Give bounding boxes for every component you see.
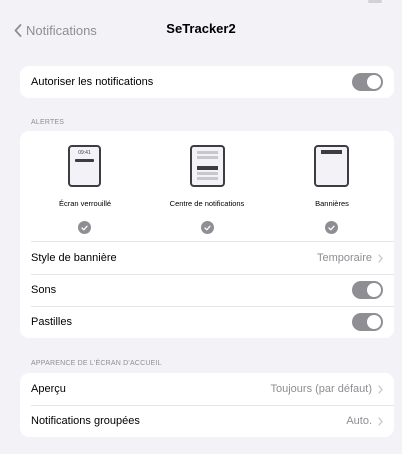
alert-option-lock-screen[interactable]: 09:41 Écran verrouillé	[28, 131, 138, 241]
nc-bar	[197, 156, 218, 159]
alert-option-banners[interactable]: Bannières	[279, 131, 389, 241]
allow-notifications-row: Autoriser les notifications	[20, 66, 394, 98]
nc-bar	[197, 177, 218, 180]
nc-bar-active	[197, 166, 218, 170]
grouped-notifications-row[interactable]: Notifications groupées Auto.	[20, 405, 394, 437]
alert-option-label: Écran verrouillé	[58, 199, 112, 208]
home-screen-group: Aperçu Toujours (par défaut) Notificatio…	[20, 373, 394, 437]
home-screen-section-header: APPARENCE DE L'ÉCRAN D'ACCUEIL	[31, 360, 162, 367]
sounds-row: Sons	[20, 274, 394, 306]
toggle-knob	[367, 283, 381, 297]
lock-screen-banner	[75, 159, 94, 162]
preview-value-wrap: Toujours (par défaut)	[271, 383, 384, 395]
preview-row[interactable]: Aperçu Toujours (par défaut)	[20, 373, 394, 405]
grouped-notifications-value: Auto.	[346, 415, 372, 427]
banner-style-label: Style de bannière	[31, 252, 117, 264]
alert-option-label: Centre de notifications	[169, 199, 245, 208]
toggle-knob	[367, 315, 381, 329]
alerts-section-header: ALERTES	[31, 119, 65, 126]
grouped-notifications-value-wrap: Auto.	[346, 415, 383, 427]
nc-bar	[197, 151, 218, 154]
lock-screen-device-icon: 09:41	[68, 145, 101, 187]
checkmark-icon	[325, 221, 338, 234]
alerts-group: 09:41 Écran verrouillé Centre de notific…	[20, 131, 394, 338]
alert-option-notification-center[interactable]: Centre de notifications	[152, 131, 262, 241]
top-handle	[368, 0, 382, 3]
allow-notifications-group: Autoriser les notifications	[20, 66, 394, 98]
banner-style-row[interactable]: Style de bannière Temporaire	[20, 242, 394, 274]
allow-notifications-label: Autoriser les notifications	[31, 76, 154, 88]
alert-option-label: Bannières	[315, 199, 349, 208]
checkmark-icon	[78, 221, 91, 234]
navigation-bar: Notifications SeTracker2	[0, 0, 402, 60]
lock-screen-time: 09:41	[78, 150, 91, 156]
preview-label: Aperçu	[31, 383, 66, 395]
notification-center-device-icon	[190, 145, 225, 187]
toggle-knob	[367, 75, 381, 89]
banner-style-value-wrap: Temporaire	[317, 252, 383, 264]
banner-style-value: Temporaire	[316, 252, 372, 264]
preview-value: Toujours (par défaut)	[270, 383, 373, 395]
sounds-label: Sons	[31, 284, 57, 296]
grouped-notifications-label: Notifications groupées	[31, 415, 140, 427]
chevron-right-icon	[378, 384, 383, 394]
banner-bar	[321, 150, 342, 154]
page-title: SeTracker2	[166, 21, 236, 36]
sounds-toggle[interactable]	[352, 281, 383, 299]
checkmark-icon	[201, 221, 214, 234]
alert-styles-panel: 09:41 Écran verrouillé Centre de notific…	[20, 131, 394, 241]
badges-toggle[interactable]	[352, 313, 383, 331]
banners-device-icon	[314, 145, 349, 187]
chevron-right-icon	[378, 253, 383, 263]
nc-bar	[197, 172, 218, 175]
allow-notifications-toggle[interactable]	[352, 73, 383, 91]
badges-label: Pastilles	[31, 316, 72, 328]
chevron-right-icon	[378, 416, 383, 426]
badges-row: Pastilles	[20, 306, 394, 338]
